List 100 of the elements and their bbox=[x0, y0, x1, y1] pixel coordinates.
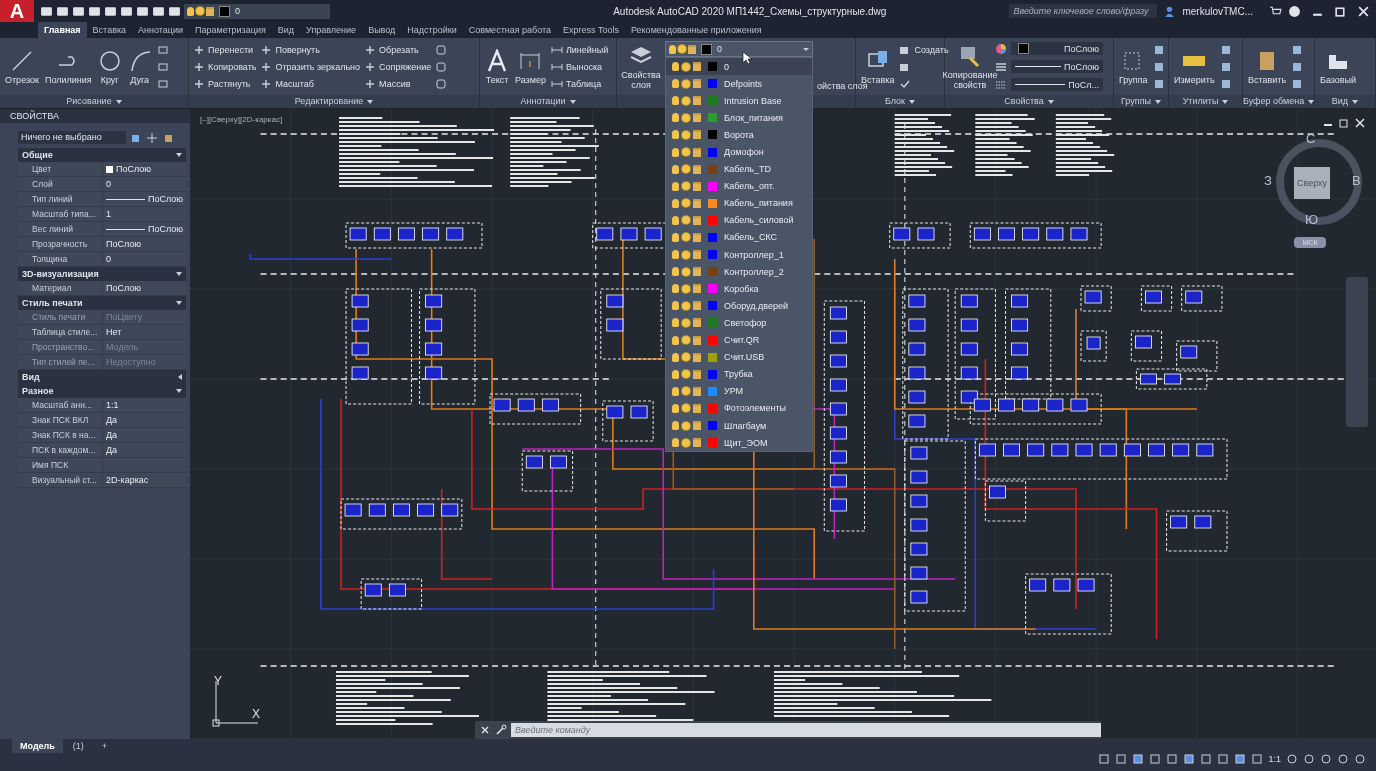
property-value[interactable]: 1 bbox=[106, 209, 111, 219]
dropdown-arrow-icon[interactable] bbox=[803, 47, 809, 51]
property-value[interactable]: Да bbox=[106, 415, 118, 425]
section-header[interactable]: Общие bbox=[18, 148, 186, 162]
layer-item[interactable]: Оборуд.дверей bbox=[666, 297, 812, 315]
tool-icon[interactable] bbox=[1291, 77, 1304, 90]
status-toggle-icon[interactable] bbox=[1183, 753, 1196, 765]
status-tool-icon[interactable] bbox=[1303, 753, 1315, 765]
toolbar-icon[interactable] bbox=[72, 4, 85, 18]
toolbar-icon[interactable] bbox=[120, 4, 133, 18]
layout-tab[interactable]: Модель bbox=[12, 739, 63, 753]
ribbon-button[interactable]: Масштаб bbox=[260, 77, 361, 90]
ribbon-tab[interactable]: Аннотации bbox=[132, 22, 190, 38]
status-toggle-icon[interactable] bbox=[1115, 753, 1128, 765]
ribbon-button[interactable]: Свойства слоя bbox=[621, 43, 661, 90]
expand-arrow-icon[interactable] bbox=[909, 99, 916, 104]
close-icon[interactable] bbox=[1354, 117, 1366, 129]
shape-tool-icon[interactable] bbox=[156, 60, 169, 73]
layer-item[interactable]: Счит.QR bbox=[666, 331, 812, 349]
ribbon-button[interactable]: Выноска bbox=[550, 60, 609, 73]
ribbon-button[interactable]: Дуга bbox=[126, 48, 153, 85]
toolbar-icon[interactable] bbox=[40, 4, 53, 18]
layer-item[interactable]: Кабель_TD bbox=[666, 160, 812, 178]
sun-icon[interactable] bbox=[196, 7, 204, 15]
layer-item[interactable]: Defpoints bbox=[666, 75, 812, 93]
tool-icon[interactable] bbox=[1152, 43, 1165, 56]
ribbon-button[interactable]: Перенести bbox=[193, 43, 257, 56]
toolbar-icon[interactable] bbox=[88, 4, 101, 18]
toolbar-icon[interactable] bbox=[136, 4, 149, 18]
ribbon-button[interactable]: Базовый bbox=[1319, 48, 1358, 85]
layer-item[interactable]: УРМ bbox=[666, 382, 812, 400]
shape-tool-icon[interactable] bbox=[156, 77, 169, 90]
expand-arrow-icon[interactable] bbox=[1352, 99, 1359, 104]
status-toggle-icon[interactable] bbox=[1200, 753, 1213, 765]
property-value[interactable]: Да bbox=[106, 430, 118, 440]
section-header[interactable]: Разное bbox=[18, 384, 186, 398]
ribbon-button[interactable]: Круг bbox=[96, 48, 123, 85]
compass-label[interactable]: В bbox=[1352, 173, 1361, 188]
section-header[interactable]: Вид bbox=[18, 370, 186, 384]
ribbon-button[interactable]: Вставить bbox=[1247, 48, 1288, 85]
restore-icon[interactable] bbox=[1334, 4, 1347, 18]
ribbon-button[interactable]: Копировать bbox=[193, 60, 257, 73]
compass-label[interactable]: С bbox=[1306, 131, 1316, 146]
lightbulb-icon[interactable] bbox=[187, 6, 194, 16]
ribbon-button[interactable]: Отрезок bbox=[4, 48, 40, 85]
expand-arrow-icon[interactable] bbox=[367, 99, 374, 104]
layer-item[interactable]: 0 bbox=[666, 58, 812, 76]
ribbon-button[interactable]: Обрезать bbox=[364, 43, 432, 56]
layer-item[interactable]: Ворота bbox=[666, 126, 812, 144]
section-header[interactable]: 3D-визуализация bbox=[18, 267, 186, 281]
property-value[interactable]: Нет bbox=[106, 327, 122, 337]
wrench-icon[interactable] bbox=[495, 724, 507, 736]
expand-arrow-icon[interactable] bbox=[569, 99, 576, 104]
ribbon-tab[interactable]: Надстройки bbox=[401, 22, 463, 38]
layer-item[interactable]: Кабель_опт. bbox=[666, 177, 812, 195]
lineweight-combo[interactable]: ПоСл... bbox=[1011, 78, 1103, 91]
ribbon-button[interactable]: Повернуть bbox=[260, 43, 361, 56]
ribbon-button[interactable]: Полилиния bbox=[43, 48, 93, 85]
layer-item[interactable]: Фотоэлементы bbox=[666, 399, 812, 417]
expand-arrow-icon[interactable] bbox=[1047, 99, 1054, 104]
ribbon-tab[interactable]: Главная bbox=[38, 22, 87, 38]
toolbar-icon[interactable] bbox=[168, 4, 181, 18]
linetype-combo[interactable]: ПоСлою bbox=[1011, 60, 1103, 73]
ribbon-button[interactable]: Таблица bbox=[550, 77, 609, 90]
ribbon-button[interactable]: Отразить зеркально bbox=[260, 60, 361, 73]
sun-icon[interactable] bbox=[678, 45, 686, 53]
command-field[interactable]: Введите команду bbox=[511, 723, 1101, 737]
viewport-label[interactable]: [–][Сверху][2D-каркас] bbox=[200, 115, 283, 124]
layer-item[interactable]: Трубка bbox=[666, 365, 812, 383]
layer-item[interactable]: Блок_питания bbox=[666, 109, 812, 127]
ribbon-tab[interactable]: Вставка bbox=[86, 22, 133, 38]
layer-item[interactable]: Щит_ЭОМ bbox=[666, 434, 812, 452]
search-field[interactable]: Введите ключевое слово/фразу bbox=[1009, 4, 1158, 18]
status-tool-icon[interactable] bbox=[1286, 753, 1298, 765]
ribbon-tab[interactable]: Вывод bbox=[362, 22, 402, 38]
ribbon-button[interactable]: Размер bbox=[514, 48, 547, 85]
annotation-scale[interactable]: 1:1 bbox=[1268, 754, 1281, 764]
property-value[interactable]: 0 bbox=[106, 254, 111, 264]
property-value[interactable]: ПоСлою bbox=[147, 194, 183, 204]
edit-tool-icon[interactable] bbox=[435, 60, 448, 73]
close-icon[interactable] bbox=[479, 724, 491, 736]
property-value[interactable]: ПоСлою bbox=[106, 239, 142, 249]
status-toggle-icon[interactable] bbox=[1166, 753, 1179, 765]
ribbon-button[interactable]: Линейный bbox=[550, 43, 609, 56]
panel-title[interactable]: Рисование bbox=[66, 96, 112, 106]
status-toggle-icon[interactable] bbox=[1234, 753, 1247, 765]
ribbon-tab[interactable]: Express Tools bbox=[557, 22, 625, 38]
tool-icon[interactable] bbox=[1219, 77, 1232, 90]
ribbon-tab[interactable]: Управление bbox=[300, 22, 363, 38]
restore-icon[interactable] bbox=[1338, 117, 1350, 129]
panel-title[interactable]: Редактирование bbox=[294, 96, 364, 106]
color-combo[interactable]: ПоСлою bbox=[1011, 42, 1103, 55]
layer-combo[interactable]: 0 bbox=[184, 3, 330, 19]
status-toggle-icon[interactable] bbox=[1098, 753, 1111, 765]
close-icon[interactable] bbox=[1357, 4, 1370, 18]
toolbar-icon[interactable] bbox=[152, 4, 165, 18]
expand-arrow-icon[interactable] bbox=[1155, 99, 1161, 104]
status-toggle-icon[interactable] bbox=[1149, 753, 1162, 765]
property-value[interactable]: 0 bbox=[106, 179, 111, 189]
ribbon-button[interactable]: Создать bbox=[899, 43, 949, 56]
